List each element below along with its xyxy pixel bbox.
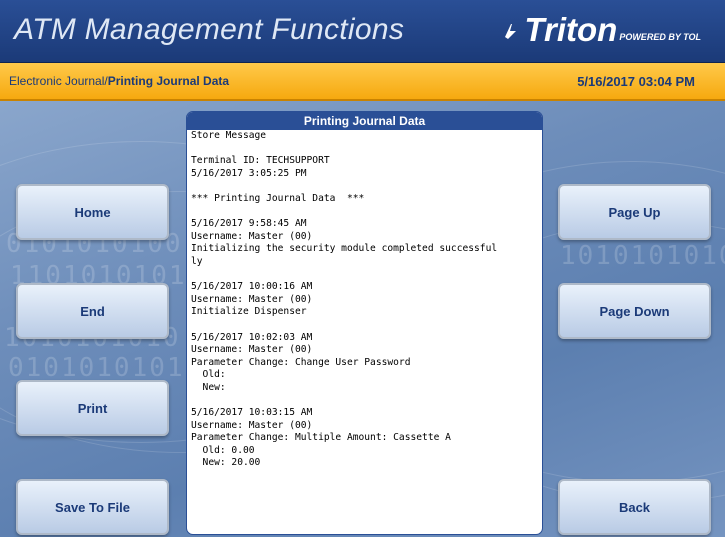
journal-line: 5/16/2017 10:02:03 AM bbox=[191, 331, 313, 343]
brand-logo: Triton POWERED BY TOL bbox=[502, 12, 701, 48]
breadcrumb: Electronic Journal/Printing Journal Data bbox=[9, 74, 229, 88]
app-header: ATM Management Functions Triton POWERED … bbox=[0, 0, 725, 64]
journal-line: Parameter Change: Multiple Amount: Casse… bbox=[191, 432, 451, 444]
end-button[interactable]: End bbox=[16, 283, 169, 339]
journal-line: Username: Master (00) bbox=[191, 293, 313, 305]
journal-line: Old: bbox=[191, 369, 226, 381]
breadcrumb-parent: Electronic Journal/ bbox=[9, 74, 108, 88]
journal-line: 5/16/2017 3:05:25 PM bbox=[191, 167, 307, 179]
panel-title: Printing Journal Data bbox=[187, 112, 542, 130]
breadcrumb-current: Printing Journal Data bbox=[107, 74, 230, 88]
brand-tagline: POWERED BY TOL bbox=[619, 32, 701, 42]
page-up-button[interactable]: Page Up bbox=[558, 184, 711, 240]
journal-line: 5/16/2017 10:03:15 AM bbox=[191, 407, 313, 419]
binary-decoration: 0101010101 bbox=[8, 353, 185, 383]
app-title: ATM Management Functions bbox=[14, 13, 405, 46]
save-to-file-button[interactable]: Save To File bbox=[16, 479, 169, 535]
back-button[interactable]: Back bbox=[558, 479, 711, 535]
journal-line: *** Printing Journal Data *** bbox=[191, 192, 365, 204]
journal-line: ly bbox=[191, 255, 203, 267]
journal-line: Initializing the security module complet… bbox=[191, 243, 498, 255]
binary-decoration: 1010101010 bbox=[560, 241, 725, 271]
journal-line: New: bbox=[191, 381, 226, 393]
journal-line: Username: Master (00) bbox=[191, 419, 313, 431]
journal-line: Parameter Change: Change User Password bbox=[191, 356, 411, 368]
journal-line: Terminal ID: TECHSUPPORT bbox=[191, 155, 330, 167]
journal-line: Store Message bbox=[191, 130, 267, 141]
journal-text[interactable]: Store Message Terminal ID: TECHSUPPORT 5… bbox=[187, 130, 542, 470]
page-down-button[interactable]: Page Down bbox=[558, 283, 711, 339]
breadcrumb-bar: Electronic Journal/Printing Journal Data… bbox=[0, 63, 725, 101]
print-button[interactable]: Print bbox=[16, 380, 169, 436]
journal-line: Username: Master (00) bbox=[191, 230, 313, 242]
journal-line: New: 20.00 bbox=[191, 457, 261, 469]
journal-line: 5/16/2017 9:58:45 AM bbox=[191, 218, 307, 230]
journal-line: Username: Master (00) bbox=[191, 344, 313, 356]
triton-mark-icon bbox=[505, 24, 517, 39]
journal-line: Initialize Dispenser bbox=[191, 306, 307, 318]
home-button[interactable]: Home bbox=[16, 184, 169, 240]
datetime-display: 5/16/2017 03:04 PM bbox=[577, 74, 695, 89]
journal-line: 5/16/2017 10:00:16 AM bbox=[191, 281, 313, 293]
journal-line: Old: 0.00 bbox=[191, 444, 255, 456]
brand-name: Triton bbox=[524, 11, 618, 48]
journal-panel: Printing Journal Data Store Message Term… bbox=[186, 111, 543, 535]
